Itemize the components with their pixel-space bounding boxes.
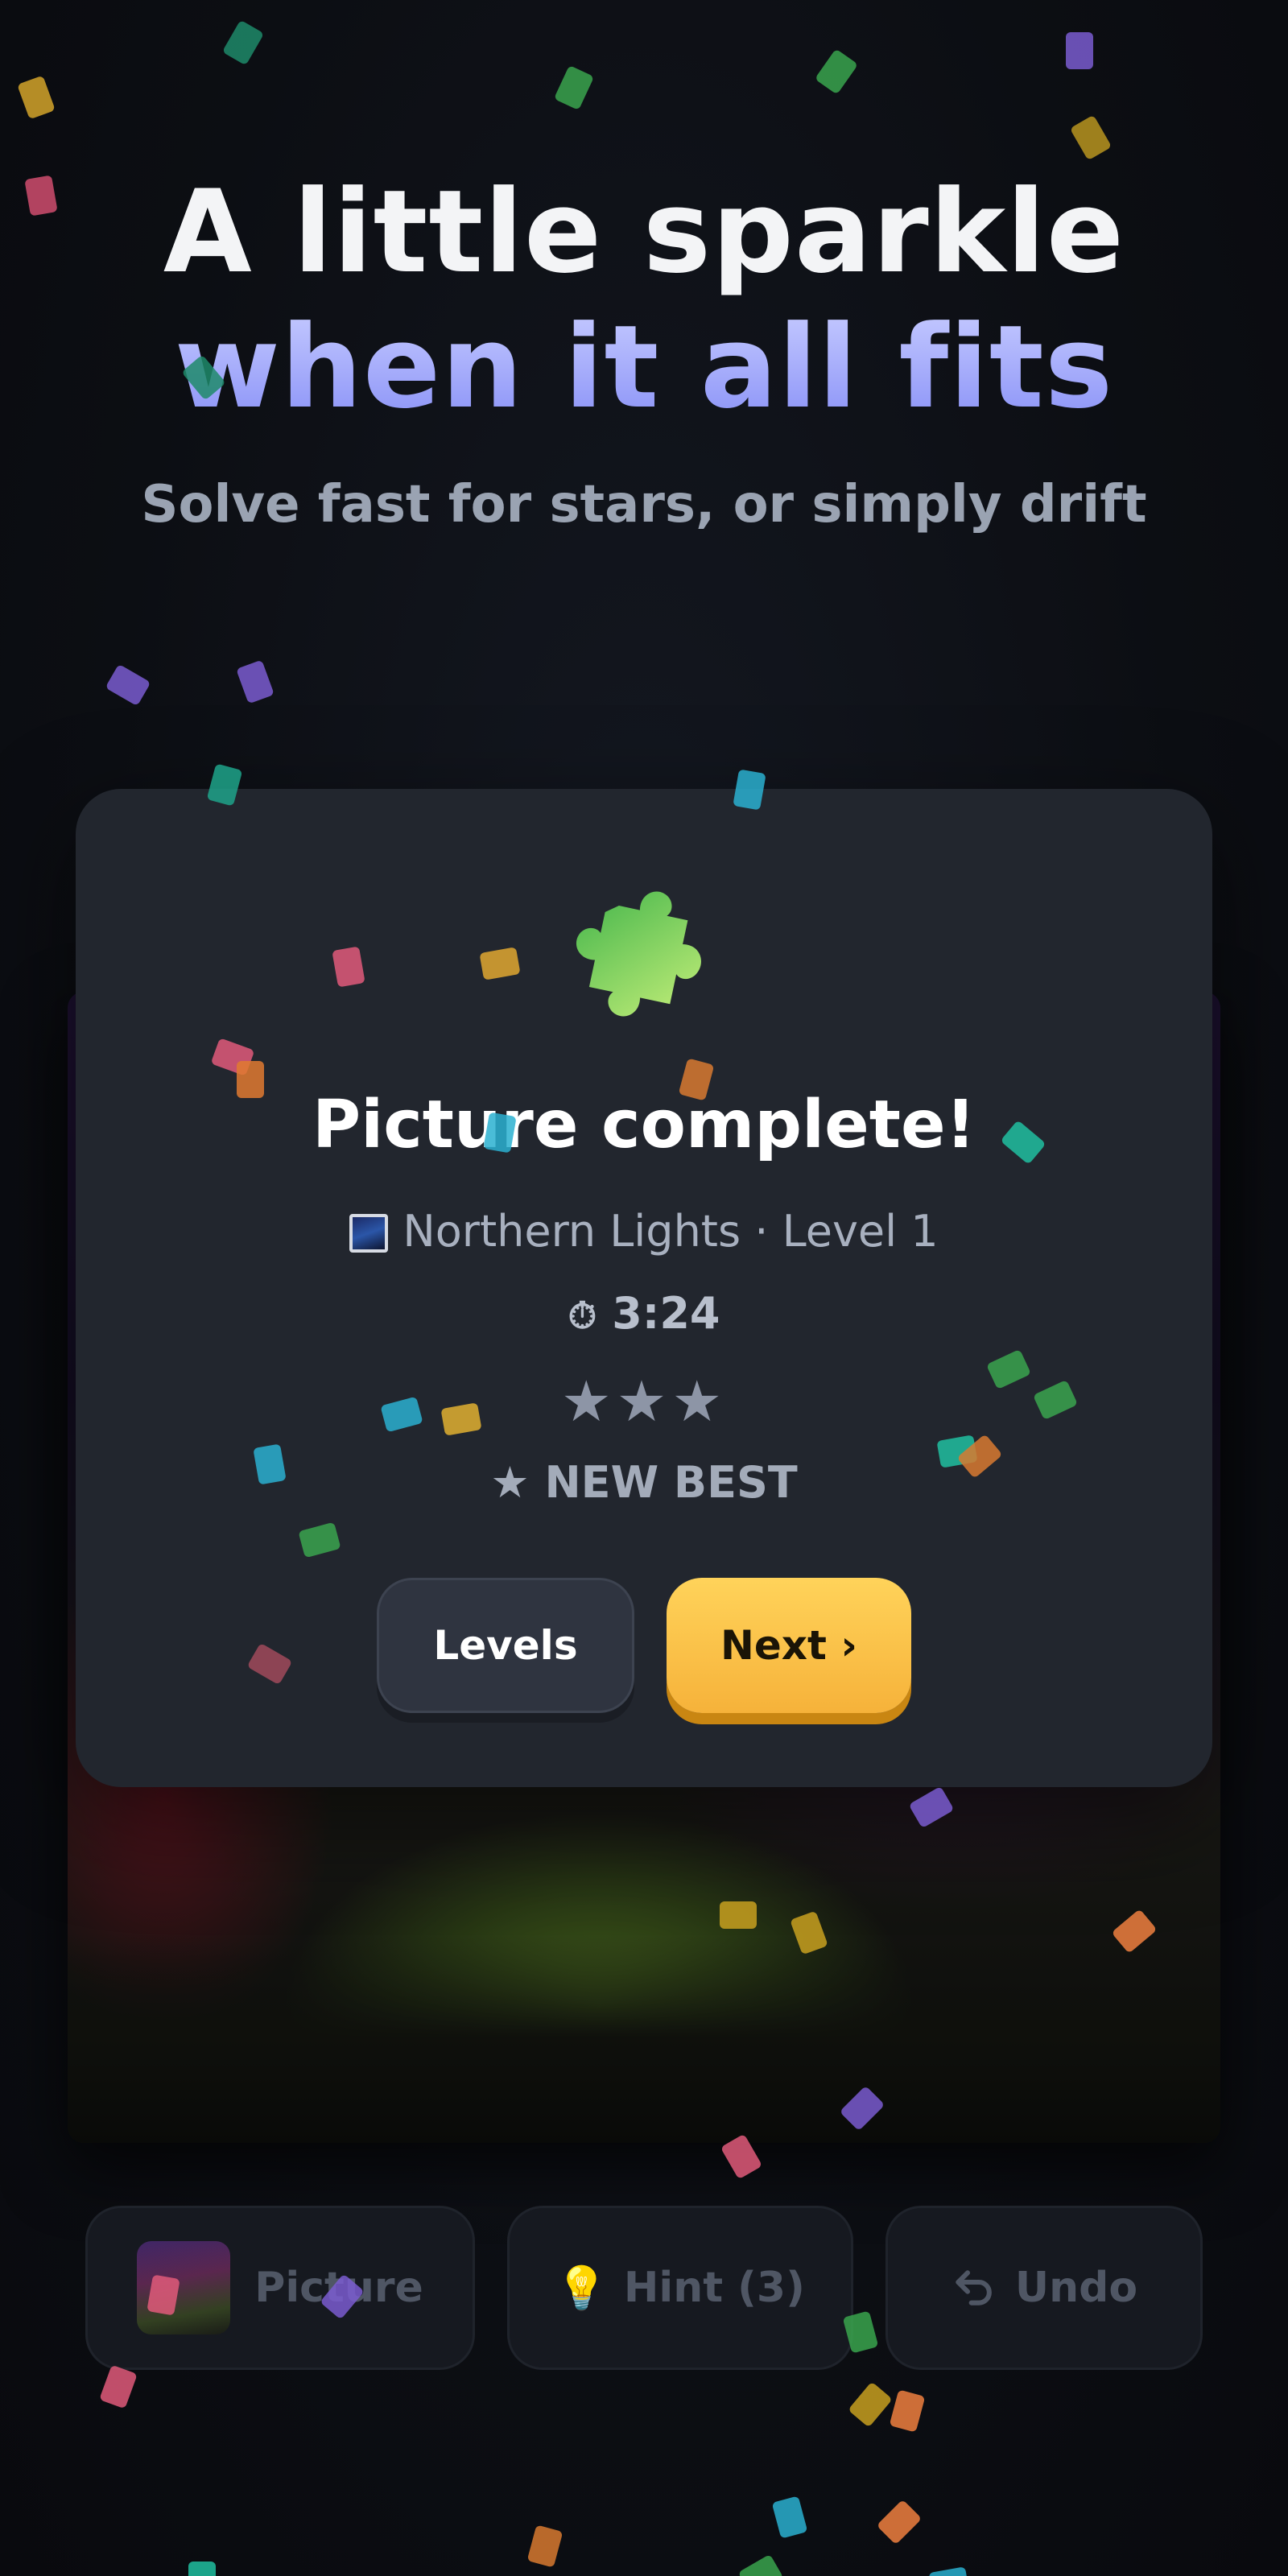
confetti-piece bbox=[889, 2389, 926, 2433]
confetti-piece bbox=[236, 659, 275, 704]
modal-title: Picture complete! bbox=[312, 1087, 976, 1163]
stopwatch-icon: ⏱ bbox=[568, 1294, 597, 1337]
confetti-piece bbox=[814, 48, 859, 95]
confetti-piece bbox=[720, 1901, 757, 1929]
hint-button-label: Hint (3) bbox=[623, 2264, 805, 2312]
new-best-badge: ★ NEW BEST bbox=[490, 1457, 798, 1508]
next-button[interactable]: Next › bbox=[667, 1578, 911, 1713]
confetti-piece bbox=[237, 1061, 264, 1098]
confetti-piece bbox=[99, 2364, 138, 2409]
confetti-piece bbox=[876, 2499, 923, 2545]
headline-line-1: A little sparkle bbox=[163, 166, 1125, 299]
level-info: Northern Lights · Level 1 bbox=[0, 1206, 1288, 1257]
confetti-piece bbox=[1066, 32, 1093, 69]
subtitle: Solve fast for stars, or simply drift bbox=[141, 475, 1147, 535]
puzzle-icon bbox=[576, 891, 701, 1017]
confetti-piece bbox=[771, 2496, 808, 2539]
confetti-piece bbox=[221, 19, 265, 66]
confetti-piece bbox=[737, 2553, 784, 2576]
star-rating: ★★★ bbox=[560, 1368, 728, 1435]
time-value: 3:24 bbox=[612, 1288, 720, 1339]
confetti-piece bbox=[526, 2524, 564, 2568]
level-name: Northern Lights · Level 1 bbox=[402, 1206, 939, 1257]
confetti-piece bbox=[848, 2381, 893, 2428]
confetti-piece bbox=[17, 75, 56, 120]
confetti-piece bbox=[188, 2562, 216, 2576]
confetti-piece bbox=[928, 2566, 970, 2576]
levels-button[interactable]: Levels bbox=[377, 1578, 634, 1713]
undo-button-label: Undo bbox=[1014, 2264, 1138, 2312]
landscape-icon bbox=[349, 1214, 389, 1253]
confetti-piece bbox=[553, 64, 595, 111]
hint-button[interactable]: 💡 Hint (3) bbox=[507, 2206, 853, 2370]
confetti-piece bbox=[105, 663, 151, 707]
picture-button[interactable]: Picture bbox=[85, 2206, 475, 2370]
page: A little sparkle when it all fits Solve … bbox=[0, 0, 1288, 2576]
lightbulb-icon: 💡 bbox=[555, 2264, 608, 2313]
confetti-piece bbox=[1069, 114, 1113, 161]
time-info: ⏱ 3:24 bbox=[0, 1288, 1288, 1339]
undo-arrow-icon bbox=[956, 2270, 992, 2306]
undo-button[interactable]: Undo bbox=[886, 2206, 1203, 2370]
